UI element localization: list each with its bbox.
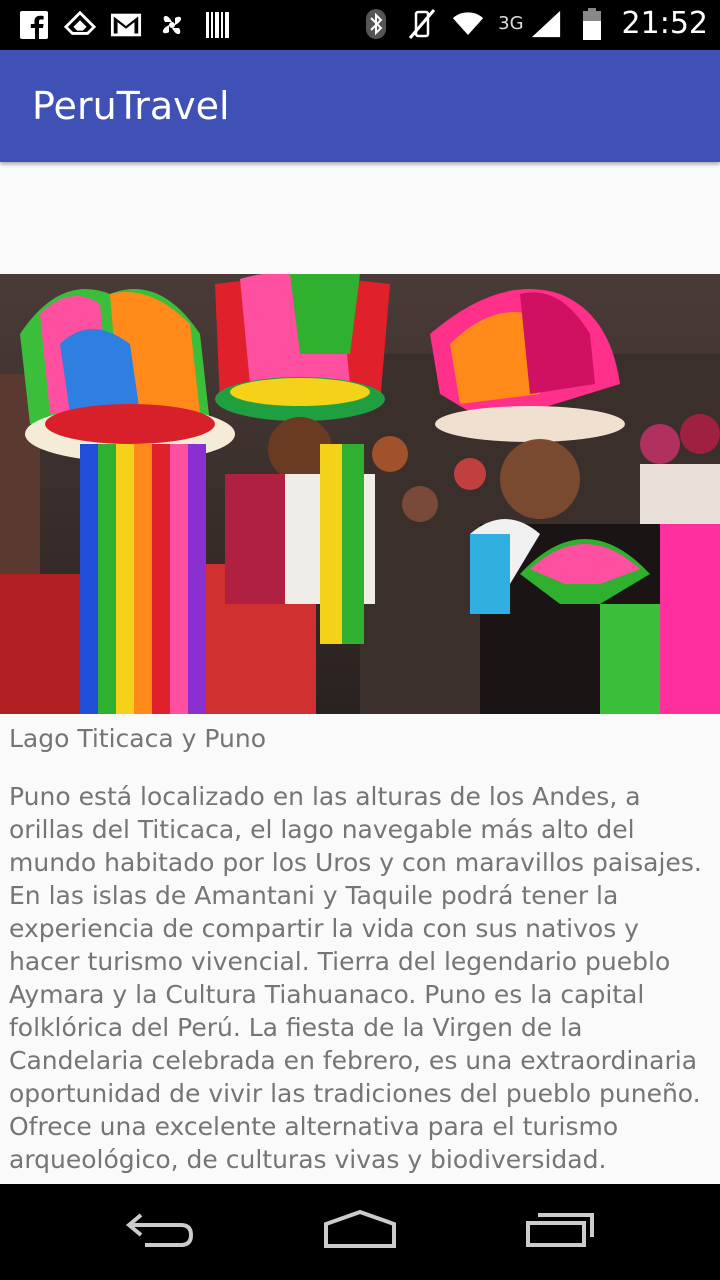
- feedly-icon: [64, 8, 96, 42]
- wifi-icon: [452, 7, 484, 41]
- recents-icon: [524, 1209, 596, 1253]
- bluetooth-icon: [360, 7, 392, 41]
- pinwheel-icon: [156, 8, 188, 42]
- gmail-icon: [110, 8, 142, 42]
- back-button[interactable]: [120, 1206, 200, 1256]
- system-icons: 3G 21:52: [360, 6, 708, 41]
- notification-icons: [18, 8, 234, 42]
- destination-title: Lago Titicaca y Puno: [9, 724, 266, 753]
- app-title: PeruTravel: [32, 84, 230, 128]
- destination-image: [0, 274, 720, 714]
- home-icon: [322, 1208, 398, 1254]
- signal-icon: [530, 7, 562, 41]
- status-bar: 3G 21:52: [0, 0, 720, 50]
- home-button[interactable]: [320, 1206, 400, 1256]
- battery-icon: [576, 7, 608, 41]
- destination-description: Puno está localizado en las alturas de l…: [9, 782, 702, 1174]
- navigation-bar: [0, 1184, 720, 1280]
- clock: 21:52: [621, 6, 708, 41]
- vibrate-off-icon: [406, 7, 438, 41]
- recents-button[interactable]: [520, 1206, 600, 1256]
- back-icon: [125, 1209, 195, 1253]
- network-type: 3G: [498, 13, 524, 34]
- app-bar: PeruTravel: [0, 50, 720, 162]
- barcode-icon: [202, 8, 234, 42]
- facebook-icon: [18, 8, 50, 42]
